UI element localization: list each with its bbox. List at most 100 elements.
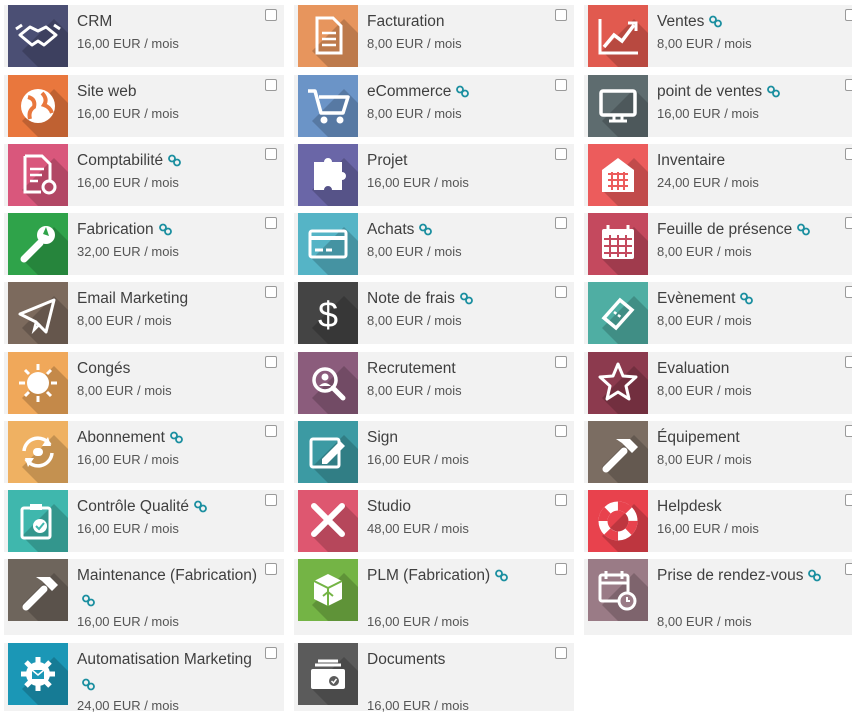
app-name: Evaluation [657,356,842,381]
app-price: 16,00 EUR / mois [657,521,759,536]
app-card[interactable]: Studio 48,00 EUR / mois [294,490,574,552]
app-select-checkbox[interactable] [265,9,277,21]
app-name-text: Facturation [367,13,445,30]
app-name: Note de frais [367,286,552,311]
app-name: Facturation [367,9,552,34]
app-card[interactable]: PLM (Fabrication) 16,00 EUR / mois [294,559,574,635]
dependency-link-icon [708,15,723,28]
app-card[interactable]: Documents 16,00 EUR / mois [294,643,574,713]
app-name-text: Automatisation Marketing [77,651,252,668]
app-name-text: PLM (Fabrication) [367,567,491,584]
app-card[interactable]: Maintenance (Fabrication) 16,00 EUR / moi… [4,559,284,635]
app-select-checkbox[interactable] [555,563,567,575]
app-select-checkbox[interactable] [555,148,567,160]
app-select-checkbox[interactable] [845,286,852,298]
app-select-checkbox[interactable] [845,9,852,21]
app-select-checkbox[interactable] [265,425,277,437]
app-name-text: CRM [77,13,113,30]
app-select-checkbox[interactable] [555,494,567,506]
app-select-checkbox[interactable] [265,494,277,506]
app-select-checkbox[interactable] [265,563,277,575]
hammer-icon [588,421,648,483]
app-select-checkbox[interactable] [555,356,567,368]
app-select-checkbox[interactable] [845,563,852,575]
app-select-checkbox[interactable] [265,286,277,298]
app-name-text: Maintenance (Fabrication) [77,567,258,584]
app-select-checkbox[interactable] [265,647,277,659]
app-card[interactable]: eCommerce 8,00 EUR / mois [294,75,574,137]
app-name: Fabrication [77,217,262,242]
app-card[interactable]: Automatisation Marketing 24,00 EUR / mois [4,643,284,713]
dependency-link-icon [766,85,781,98]
app-name: Comptabilité [77,148,262,173]
app-price: 24,00 EUR / mois [657,175,759,190]
app-card[interactable]: Ventes 8,00 EUR / mois [584,5,852,67]
app-card[interactable]: Evènement 8,00 EUR / mois [584,282,852,344]
app-select-checkbox[interactable] [845,494,852,506]
app-select-checkbox[interactable] [555,9,567,21]
wrench-icon [8,213,68,275]
app-name: Recrutement [367,356,552,381]
app-name-text: Studio [367,498,411,515]
app-card[interactable]: point de ventes 16,00 EUR / mois [584,75,852,137]
app-name-text: Evaluation [657,360,730,377]
app-card[interactable]: Achats 8,00 EUR / mois [294,213,574,275]
app-card[interactable]: Contrôle Qualité 16,00 EUR / mois [4,490,284,552]
app-select-checkbox[interactable] [265,217,277,229]
app-card[interactable]: Équipement 8,00 EUR / mois [584,421,852,483]
app-card[interactable]: Congés 8,00 EUR / mois [4,352,284,414]
app-name: point de ventes [657,79,842,104]
app-card[interactable]: Helpdesk 16,00 EUR / mois [584,490,852,552]
app-select-checkbox[interactable] [845,425,852,437]
app-name-text: Evènement [657,290,736,307]
app-select-checkbox[interactable] [265,148,277,160]
app-name-text: Note de frais [367,290,455,307]
app-name: Site web [77,79,262,104]
app-select-checkbox[interactable] [555,217,567,229]
app-card[interactable]: Feuille de présence 8,00 EUR / mois [584,213,852,275]
app-card[interactable]: Recrutement 8,00 EUR / mois [294,352,574,414]
app-select-checkbox[interactable] [845,148,852,160]
dependency-link-icon [169,431,184,444]
app-card[interactable]: Facturation 8,00 EUR / mois [294,5,574,67]
app-price: 16,00 EUR / mois [367,614,469,629]
accounting-document-icon [8,144,68,206]
app-name: Maintenance (Fabrication) [77,563,262,613]
app-card[interactable]: Evaluation 8,00 EUR / mois [584,352,852,414]
app-select-checkbox[interactable] [845,356,852,368]
app-select-checkbox[interactable] [555,286,567,298]
dependency-link-icon [193,500,208,513]
dependency-link-icon [739,292,754,305]
app-select-checkbox[interactable] [845,217,852,229]
app-card[interactable]: Inventaire 24,00 EUR / mois [584,144,852,206]
app-select-checkbox[interactable] [845,79,852,91]
app-name: Ventes [657,9,842,34]
app-price: 8,00 EUR / mois [657,36,752,51]
app-card[interactable]: Email Marketing 8,00 EUR / mois [4,282,284,344]
app-select-checkbox[interactable] [555,425,567,437]
app-card[interactable]: $ Note de frais 8,00 EUR / mois [294,282,574,344]
app-select-checkbox[interactable] [555,79,567,91]
app-card[interactable]: Prise de rendez-vous 8,00 EUR / mois [584,559,852,635]
app-price: 8,00 EUR / mois [657,614,752,629]
app-card[interactable]: Site web 16,00 EUR / mois [4,75,284,137]
sun-icon [8,352,68,414]
app-select-checkbox[interactable] [265,356,277,368]
lifebuoy-icon [588,490,648,552]
app-select-checkbox[interactable] [265,79,277,91]
quality-check-icon [8,490,68,552]
warehouse-icon [588,144,648,206]
app-name-text: Documents [367,651,446,668]
app-card[interactable]: Comptabilité 16,00 EUR / mois [4,144,284,206]
app-card[interactable]: Fabrication 32,00 EUR / mois [4,213,284,275]
dollar-icon: $ [298,282,358,344]
app-card[interactable]: Projet 16,00 EUR / mois [294,144,574,206]
invoice-icon [298,5,358,67]
app-card[interactable]: Abonnement 16,00 EUR / mois [4,421,284,483]
dependency-link-icon [494,569,509,582]
app-name-text: Feuille de présence [657,221,793,238]
app-select-checkbox[interactable] [555,647,567,659]
shopping-cart-icon [298,75,358,137]
app-card[interactable]: Sign 16,00 EUR / mois [294,421,574,483]
app-card[interactable]: CRM 16,00 EUR / mois [4,5,284,67]
